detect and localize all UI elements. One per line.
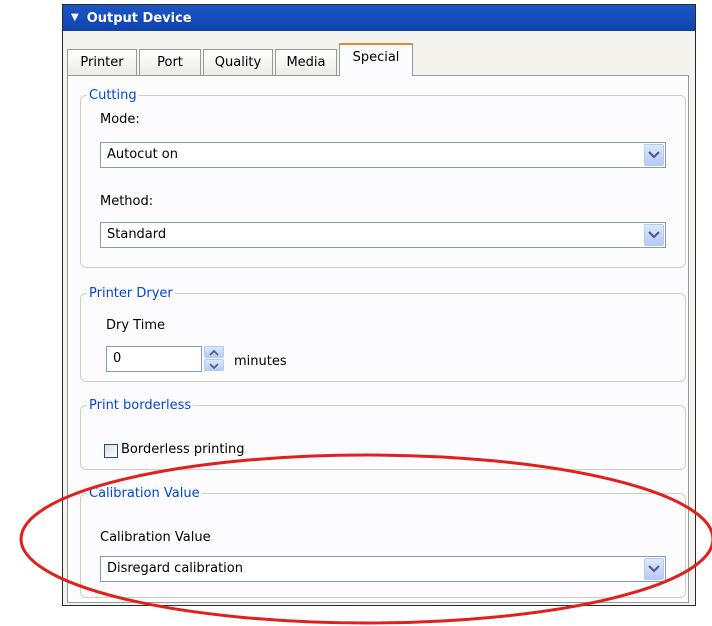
spin-up-down-icon[interactable] — [204, 346, 224, 372]
cutting-group-title: Cutting — [89, 88, 137, 103]
tab-special[interactable]: Special — [339, 43, 413, 76]
tab-printer[interactable]: Printer — [67, 49, 137, 75]
chevron-down-icon[interactable] — [644, 144, 664, 166]
method-label: Method: — [100, 194, 154, 209]
mode-value: Autocut on — [107, 147, 178, 162]
calibration-value-value: Disregard calibration — [107, 561, 243, 576]
borderless-checkbox-label[interactable]: Borderless printing — [121, 442, 245, 457]
dry-time-value: 0 — [113, 351, 122, 366]
tab-port[interactable]: Port — [139, 49, 201, 75]
panel-title: Output Device — [86, 10, 192, 26]
tab-label: Special — [352, 50, 400, 65]
chevron-down-icon[interactable] — [644, 558, 664, 580]
dry-time-input[interactable]: 0 — [106, 346, 202, 372]
method-value: Standard — [107, 227, 167, 242]
panel-title-bar[interactable]: ▼ Output Device — [63, 5, 695, 31]
mode-label: Mode: — [100, 112, 140, 127]
special-tab-content: Cutting Mode: Autocut on Method: Standar… — [67, 75, 689, 603]
calibration-value-group-title: Calibration Value — [89, 486, 200, 501]
minutes-unit-label: minutes — [234, 354, 287, 369]
printer-dryer-group-title: Printer Dryer — [89, 286, 173, 301]
triangle-down-icon[interactable]: ▼ — [71, 13, 79, 23]
print-borderless-group-title: Print borderless — [89, 398, 192, 413]
tab-label: Quality — [214, 55, 262, 70]
print-borderless-group: Print borderless — [80, 398, 686, 470]
output-device-panel: ▼ Output Device Printer Port Quality Med… — [62, 4, 696, 606]
tab-label: Media — [286, 55, 326, 70]
dry-time-label: Dry Time — [106, 318, 165, 333]
tab-quality[interactable]: Quality — [203, 49, 273, 75]
method-select[interactable]: Standard — [100, 222, 666, 248]
spin-down-button[interactable] — [204, 359, 224, 371]
tab-media[interactable]: Media — [275, 49, 337, 75]
calibration-value-select[interactable]: Disregard calibration — [100, 556, 666, 582]
chevron-down-icon[interactable] — [644, 224, 664, 246]
borderless-checkbox[interactable] — [104, 444, 118, 458]
calibration-value-label: Calibration Value — [100, 530, 211, 545]
tab-label: Printer — [80, 55, 124, 70]
spin-up-button[interactable] — [204, 346, 224, 358]
mode-select[interactable]: Autocut on — [100, 142, 666, 168]
tab-label: Port — [157, 55, 183, 70]
